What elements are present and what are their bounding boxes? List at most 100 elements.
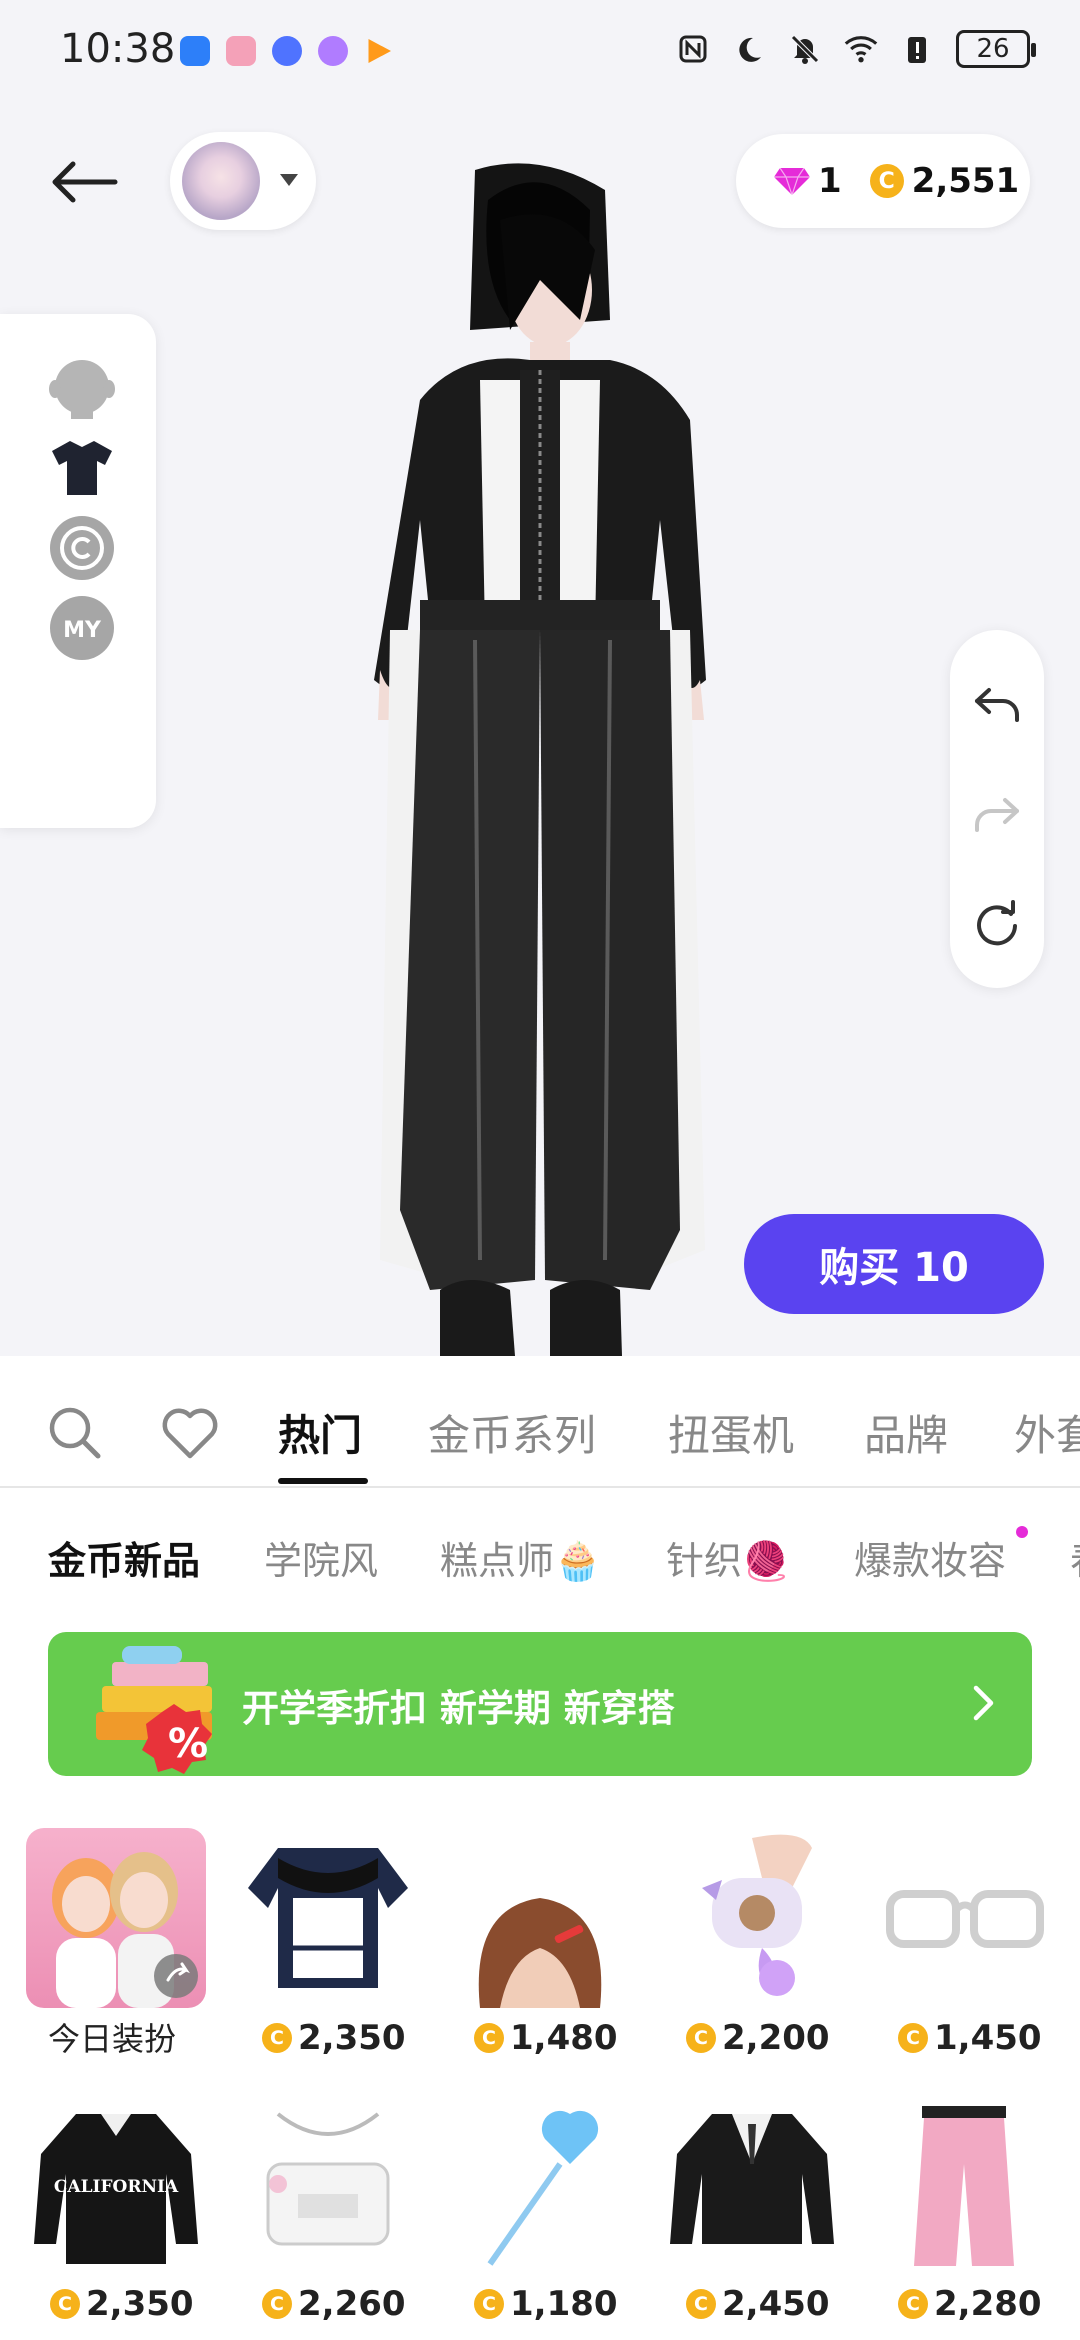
category-side-panel: MY xyxy=(0,314,156,828)
white-bag-icon xyxy=(238,2094,418,2274)
heart-lollipop-icon xyxy=(450,2094,630,2274)
coin-icon: C xyxy=(474,2023,504,2053)
item-price: C 2,350 xyxy=(50,2284,194,2324)
item-price: C 1,180 xyxy=(474,2284,618,2324)
chevron-down-icon xyxy=(280,174,298,186)
tshirt-icon xyxy=(52,441,112,495)
my-items-button[interactable]: MY xyxy=(48,594,116,662)
clothing-category-button[interactable] xyxy=(48,434,116,502)
today-outfit-label: 今日装扮 xyxy=(48,2020,177,2058)
currency-balance[interactable]: 1 C 2,551 xyxy=(736,134,1030,228)
back-button[interactable] xyxy=(44,150,124,214)
subtab-knit[interactable]: 针织🧶 xyxy=(666,1530,789,1585)
coin-icon: C xyxy=(686,2289,716,2319)
history-controls xyxy=(950,630,1044,988)
pink-pants-icon xyxy=(874,2094,1054,2274)
back-arrow-icon xyxy=(52,161,118,203)
item-card[interactable]: C 1,450 xyxy=(874,1828,1054,2058)
varsity-tee-icon xyxy=(238,1828,418,2008)
item-price: C 1,450 xyxy=(898,2018,1042,2058)
copyright-icon xyxy=(50,516,114,580)
tab-gacha[interactable]: 扭蛋机 xyxy=(668,1402,794,1463)
svg-text:MY: MY xyxy=(63,618,102,643)
item-price: C 2,350 xyxy=(262,2018,406,2058)
item-card[interactable]: C 2,200 xyxy=(662,1828,842,2058)
item-card[interactable]: C 2,280 xyxy=(874,2094,1054,2324)
gem-icon xyxy=(774,167,810,196)
shield-app-icon xyxy=(180,36,210,66)
coin-icon: C xyxy=(262,2289,292,2319)
books-discount-icon: % xyxy=(96,1646,212,1774)
copyright-category-button[interactable] xyxy=(48,514,116,582)
item-card[interactable]: C 2,450 xyxy=(662,2094,842,2324)
favorites-button[interactable] xyxy=(160,1404,224,1468)
item-price: C 2,450 xyxy=(686,2284,830,2324)
item-card[interactable]: C 1,180 xyxy=(450,2094,630,2324)
subtab-new-coin-items[interactable]: 金币新品 xyxy=(48,1530,200,1585)
avatar-switcher[interactable] xyxy=(170,132,316,230)
redo-button[interactable] xyxy=(967,784,1027,844)
head-category-button[interactable] xyxy=(48,354,116,422)
subtab-pastry-chef[interactable]: 糕点师🧁 xyxy=(440,1530,601,1585)
sub-tabs: 金币新品 学院风 糕点师🧁 针织🧶 爆款妆容 春 xyxy=(0,1490,1080,1614)
subtab-spring[interactable]: 春 xyxy=(1070,1530,1080,1585)
avatar-figure xyxy=(374,163,706,1356)
game-app-icon xyxy=(226,36,256,66)
my-icon: MY xyxy=(50,596,114,660)
promo-banner[interactable]: % 开学季折扣 新学期 新穿搭 xyxy=(48,1632,1032,1776)
wifi-icon xyxy=(844,32,878,66)
black-cardigan-icon xyxy=(662,2094,842,2274)
tab-coin-series[interactable]: 金币系列 xyxy=(428,1402,596,1463)
coin-icon: C xyxy=(50,2289,80,2319)
today-outfit-thumbnail xyxy=(26,1828,206,2008)
banner-text: 开学季折扣 新学期 新穿搭 xyxy=(242,1687,675,1730)
coin-count: 2,551 xyxy=(911,161,1020,201)
svg-text:%: % xyxy=(168,1721,208,1767)
play-app-icon xyxy=(368,39,391,63)
item-card[interactable]: C 2,260 xyxy=(238,2094,418,2324)
buy-button[interactable]: 购买 10 xyxy=(744,1214,1044,1314)
today-outfit-card[interactable]: 今日装扮 xyxy=(26,1828,206,2058)
chevron-right-icon xyxy=(973,1685,994,1721)
subtab-preppy[interactable]: 学院风 xyxy=(264,1530,378,1585)
battery-level: 26 xyxy=(956,30,1036,68)
tab-outerwear[interactable]: 外套 xyxy=(1014,1402,1080,1463)
coin-icon: C xyxy=(869,164,904,198)
brown-hair-clip-icon xyxy=(450,1828,630,2008)
status-time: 10:38 xyxy=(60,26,176,72)
mute-bell-icon xyxy=(788,32,822,66)
undo-icon xyxy=(975,688,1019,722)
battery-alert-icon xyxy=(900,32,934,66)
item-price: C 2,280 xyxy=(898,2284,1042,2324)
item-card[interactable]: CALIFORNIA C 2,350 xyxy=(26,2094,206,2324)
active-tab-indicator xyxy=(278,1478,368,1484)
coin-icon: C xyxy=(898,2023,928,2053)
item-card[interactable]: C 2,350 xyxy=(238,1828,418,2058)
head-icon xyxy=(49,360,115,419)
subtab-trending-makeup[interactable]: 爆款妆容 xyxy=(854,1530,1006,1585)
undo-button[interactable] xyxy=(967,674,1027,734)
music-app-icon xyxy=(272,36,302,66)
avatar-stage: 10:38 26 1 C 2,551 MY 购买 10 xyxy=(0,0,1080,1356)
svg-text:CALIFORNIA: CALIFORNIA xyxy=(54,2177,179,2197)
tab-brand[interactable]: 品牌 xyxy=(864,1402,948,1463)
refresh-icon xyxy=(977,900,1017,946)
tab-hot[interactable]: 热门 xyxy=(278,1402,362,1463)
nfc-icon xyxy=(676,32,710,66)
item-price: C 2,260 xyxy=(262,2284,406,2324)
glasses-icon xyxy=(874,1828,1054,2008)
heart-icon xyxy=(162,1408,218,1459)
coin-icon: C xyxy=(686,2023,716,2053)
item-price: C 1,480 xyxy=(474,2018,618,2058)
reset-button[interactable] xyxy=(967,894,1027,954)
item-price: C 2,200 xyxy=(686,2018,830,2058)
bear-bag-icon xyxy=(662,1828,842,2008)
search-button[interactable] xyxy=(46,1404,110,1468)
coin-icon: C xyxy=(474,2289,504,2319)
california-sweatshirt-icon: CALIFORNIA xyxy=(26,2094,206,2274)
coin-icon: C xyxy=(262,2023,292,2053)
item-card[interactable]: C 1,480 xyxy=(450,1828,630,2058)
new-badge-dot xyxy=(1016,1526,1028,1538)
search-icon xyxy=(49,1407,101,1459)
moon-icon xyxy=(732,32,766,66)
